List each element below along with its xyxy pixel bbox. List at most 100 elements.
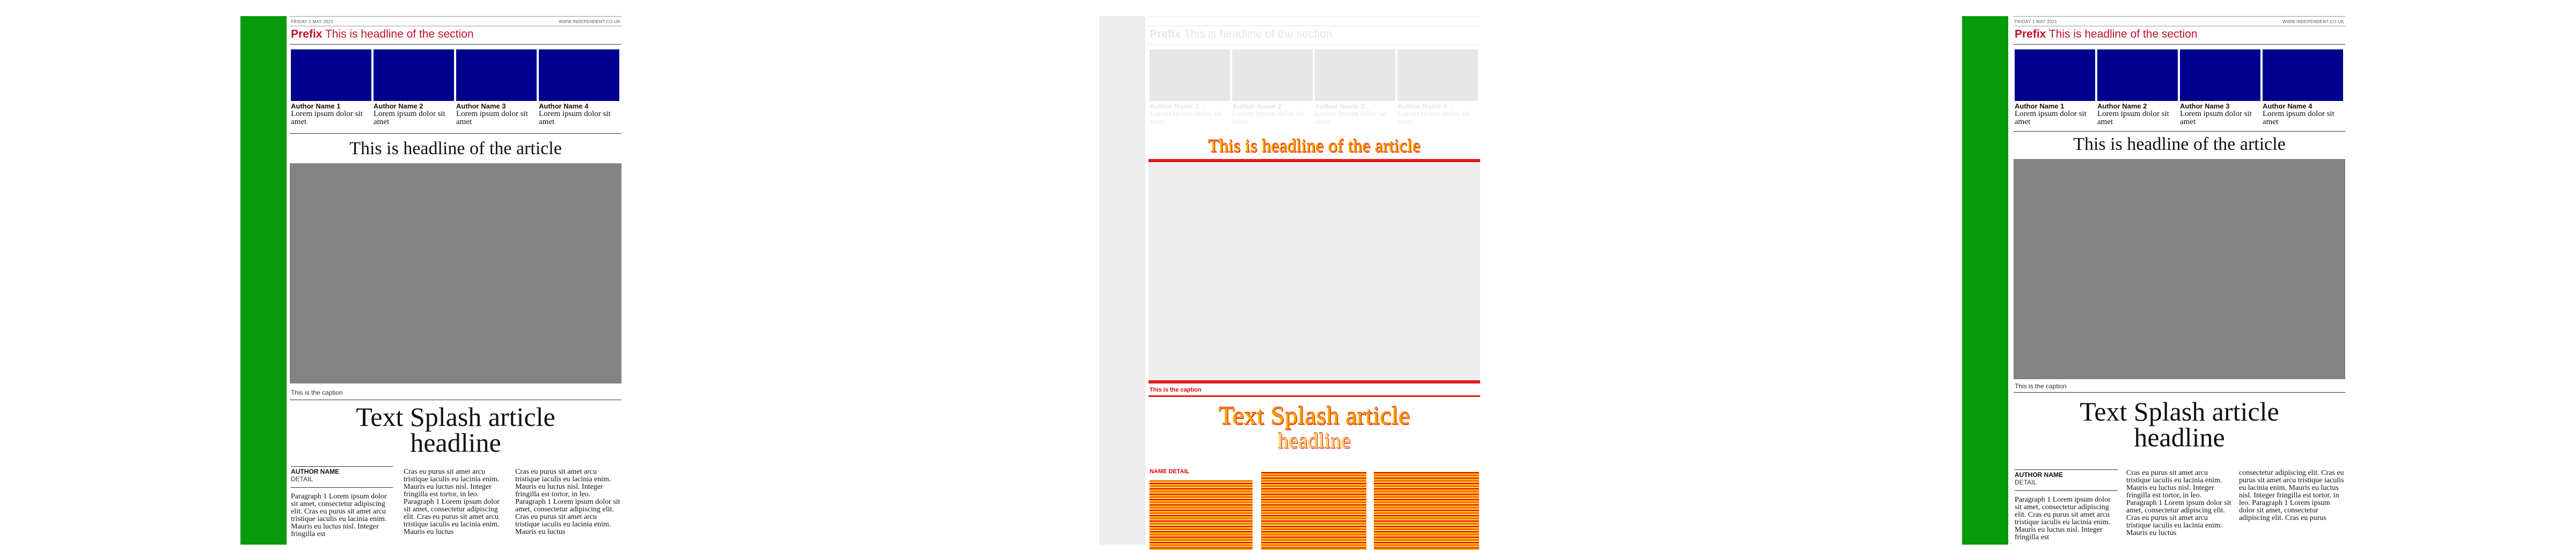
- author-photo: [2015, 49, 2095, 101]
- author-card: Author Name 2 Lorem ipsum dolor sit amet: [374, 49, 454, 126]
- red-diff-line: [1148, 395, 1480, 397]
- author-strip: Author Name 1 Lorem ipsum dolor sit amet…: [290, 49, 621, 130]
- section-heading: Prefix This is headline of the section: [2015, 28, 2198, 41]
- author-card: Author Name 3 Lorem ipsum dolor sit amet: [2180, 49, 2260, 126]
- body-column-2: Cras eu purus sit amet arcu tristique ia…: [2126, 469, 2231, 537]
- body-column-3-glitched: [1374, 472, 1479, 550]
- author-strip: Author Name 1 Lorem ipsum dolor sit amet…: [2014, 49, 2345, 130]
- splash-line-2: headline: [1278, 429, 1351, 453]
- author-bio: Lorem ipsum dolor sit amet: [539, 110, 611, 126]
- author-card: Author Name 2 Lorem ipsum dolor sit amet: [2097, 49, 2178, 126]
- author-name: Author Name 2: [2097, 102, 2147, 110]
- section-prefix: Prefix: [291, 28, 323, 40]
- site-url: WWW.INDEPENDENT.CO.UK: [559, 19, 620, 24]
- author-bio: Lorem ipsum dolor sit amet: [1150, 110, 1221, 126]
- section-prefix: Prefix: [2015, 28, 2046, 40]
- byline: AUTHOR NAME DETAIL: [291, 466, 393, 488]
- splash-line-2: headline: [2134, 422, 2225, 452]
- splash-line-1: Text Splash article: [2080, 396, 2279, 426]
- author-name: Author Name 2: [374, 102, 423, 110]
- author-name: Author Name 1: [2015, 102, 2065, 110]
- caption-glitched: This is the caption: [1150, 387, 1202, 393]
- splash-headline: Text Splash article headline: [290, 402, 621, 458]
- author-bio: Lorem ipsum dolor sit amet: [2180, 110, 2252, 126]
- dateline: FRIDAY 1 MAY 2021: [2015, 19, 2058, 24]
- hero-image: [2014, 159, 2345, 379]
- splash-line-1: Text Splash article: [356, 402, 555, 432]
- body-column-3: Cras eu purus sit amet arcu tristique ia…: [515, 468, 620, 536]
- splash-line-1: Text Splash article: [1218, 402, 1410, 430]
- hero-image: [290, 163, 621, 383]
- author-bio: Lorem ipsum dolor sit amet: [2097, 110, 2169, 126]
- top-rule: [290, 16, 621, 17]
- author-card: Author Name 1 Lorem ipsum dolor sit amet: [291, 49, 371, 126]
- author-name: Author Name 1: [1150, 102, 1199, 110]
- author-photo: [1150, 49, 1230, 101]
- author-card: Author Name 4 Lorem ipsum dolor sit amet: [539, 49, 619, 126]
- author-name: Author Name 4: [1397, 102, 1447, 110]
- author-bio: Lorem ipsum dolor sit amet: [1397, 110, 1469, 126]
- section-rule: [290, 44, 621, 45]
- byline-author-name: AUTHOR NAME: [291, 466, 393, 475]
- left-newspaper-page: FRIDAY 1 MAY 2021 WWW.INDEPENDENT.CO.UK …: [290, 16, 621, 550]
- author-photo: [1397, 49, 1478, 101]
- body-column-1: Paragraph 1 Lorem ipsum dolor sit amet, …: [2015, 496, 2111, 541]
- body-column-2-glitched: [1261, 472, 1366, 550]
- top-rule: [1148, 16, 1480, 17]
- middle-newspaper-page: Prefix This is headline of the section A…: [1148, 16, 1480, 550]
- section-rule: [1148, 44, 1480, 45]
- author-card: Author Name 3 Lorem ipsum dolor sit amet: [1315, 49, 1395, 126]
- author-rule: [2014, 131, 2345, 132]
- author-photo: [539, 49, 619, 101]
- author-bio: Lorem ipsum dolor sit amet: [456, 110, 528, 126]
- section-heading: Prefix This is headline of the section: [291, 28, 474, 41]
- left-render-panel: FRIDAY 1 MAY 2021 WWW.INDEPENDENT.CO.UK …: [0, 0, 859, 550]
- image-caption: This is the caption: [291, 389, 343, 396]
- author-bio: Lorem ipsum dolor sit amet: [2263, 110, 2334, 126]
- author-photo: [374, 49, 454, 101]
- author-name: Author Name 1: [291, 102, 341, 110]
- splash-headline-glitched: Text Splash article headline: [1148, 402, 1480, 453]
- section-title: This is headline of the section: [325, 28, 474, 40]
- article-headline: This is headline of the article: [349, 139, 562, 158]
- author-name: Author Name 3: [1315, 102, 1365, 110]
- image-caption: This is the caption: [2015, 382, 2067, 390]
- author-photo: [2180, 49, 2260, 101]
- author-photo: [291, 49, 371, 101]
- author-photo: [456, 49, 537, 101]
- byline: AUTHOR NAME DETAIL: [2015, 469, 2118, 491]
- byline-detail: DETAIL: [291, 475, 393, 488]
- author-rule: [290, 133, 621, 134]
- right-render-panel: FRIDAY 1 MAY 2021 WWW.INDEPENDENT.CO.UK …: [1717, 0, 2576, 550]
- author-photo: [2263, 49, 2343, 101]
- author-name: Author Name 3: [456, 102, 506, 110]
- author-card: Author Name 1 Lorem ipsum dolor sit amet: [1150, 49, 1230, 126]
- author-bio: Lorem ipsum dolor sit amet: [1315, 110, 1387, 126]
- body-column-3: consectetur adipiscing elit. Cras eu pur…: [2239, 469, 2344, 522]
- red-diff-line: [1148, 380, 1480, 383]
- byline-author-name: AUTHOR NAME: [2015, 469, 2118, 479]
- section-heading: Prefix This is headline of the section: [1150, 28, 1333, 41]
- top-rule: [2014, 16, 2345, 17]
- article-headline: This is headline of the article: [2073, 134, 2286, 154]
- author-card: Author Name 3 Lorem ipsum dolor sit amet: [456, 49, 537, 126]
- site-url: WWW.INDEPENDENT.CO.UK: [2282, 19, 2344, 24]
- author-photo: [2097, 49, 2178, 101]
- author-card: Author Name 4 Lorem ipsum dolor sit amet: [1397, 49, 1478, 126]
- section-title: This is headline of the section: [2048, 28, 2198, 40]
- author-name: Author Name 2: [1232, 102, 1282, 110]
- author-photo: [1232, 49, 1313, 101]
- article-headline-glitched: This is headline of the article: [1208, 136, 1421, 156]
- author-bio: Lorem ipsum dolor sit amet: [374, 110, 445, 126]
- left-green-sidebar: [240, 16, 287, 545]
- author-card: Author Name 4 Lorem ipsum dolor sit amet: [2263, 49, 2343, 126]
- right-newspaper-page: FRIDAY 1 MAY 2021 WWW.INDEPENDENT.CO.UK …: [2014, 16, 2345, 550]
- author-bio: Lorem ipsum dolor sit amet: [1232, 110, 1304, 126]
- splash-headline: Text Splash article headline: [2014, 396, 2345, 452]
- body-column-1: Paragraph 1 Lorem ipsum dolor sit amet, …: [291, 493, 387, 538]
- author-bio: Lorem ipsum dolor sit amet: [291, 110, 363, 126]
- splash-line-2: headline: [410, 428, 501, 458]
- author-photo: [1315, 49, 1395, 101]
- byline-glitched: NAME DETAIL: [1150, 468, 1190, 475]
- section-title: This is headline of the section: [1183, 28, 1333, 40]
